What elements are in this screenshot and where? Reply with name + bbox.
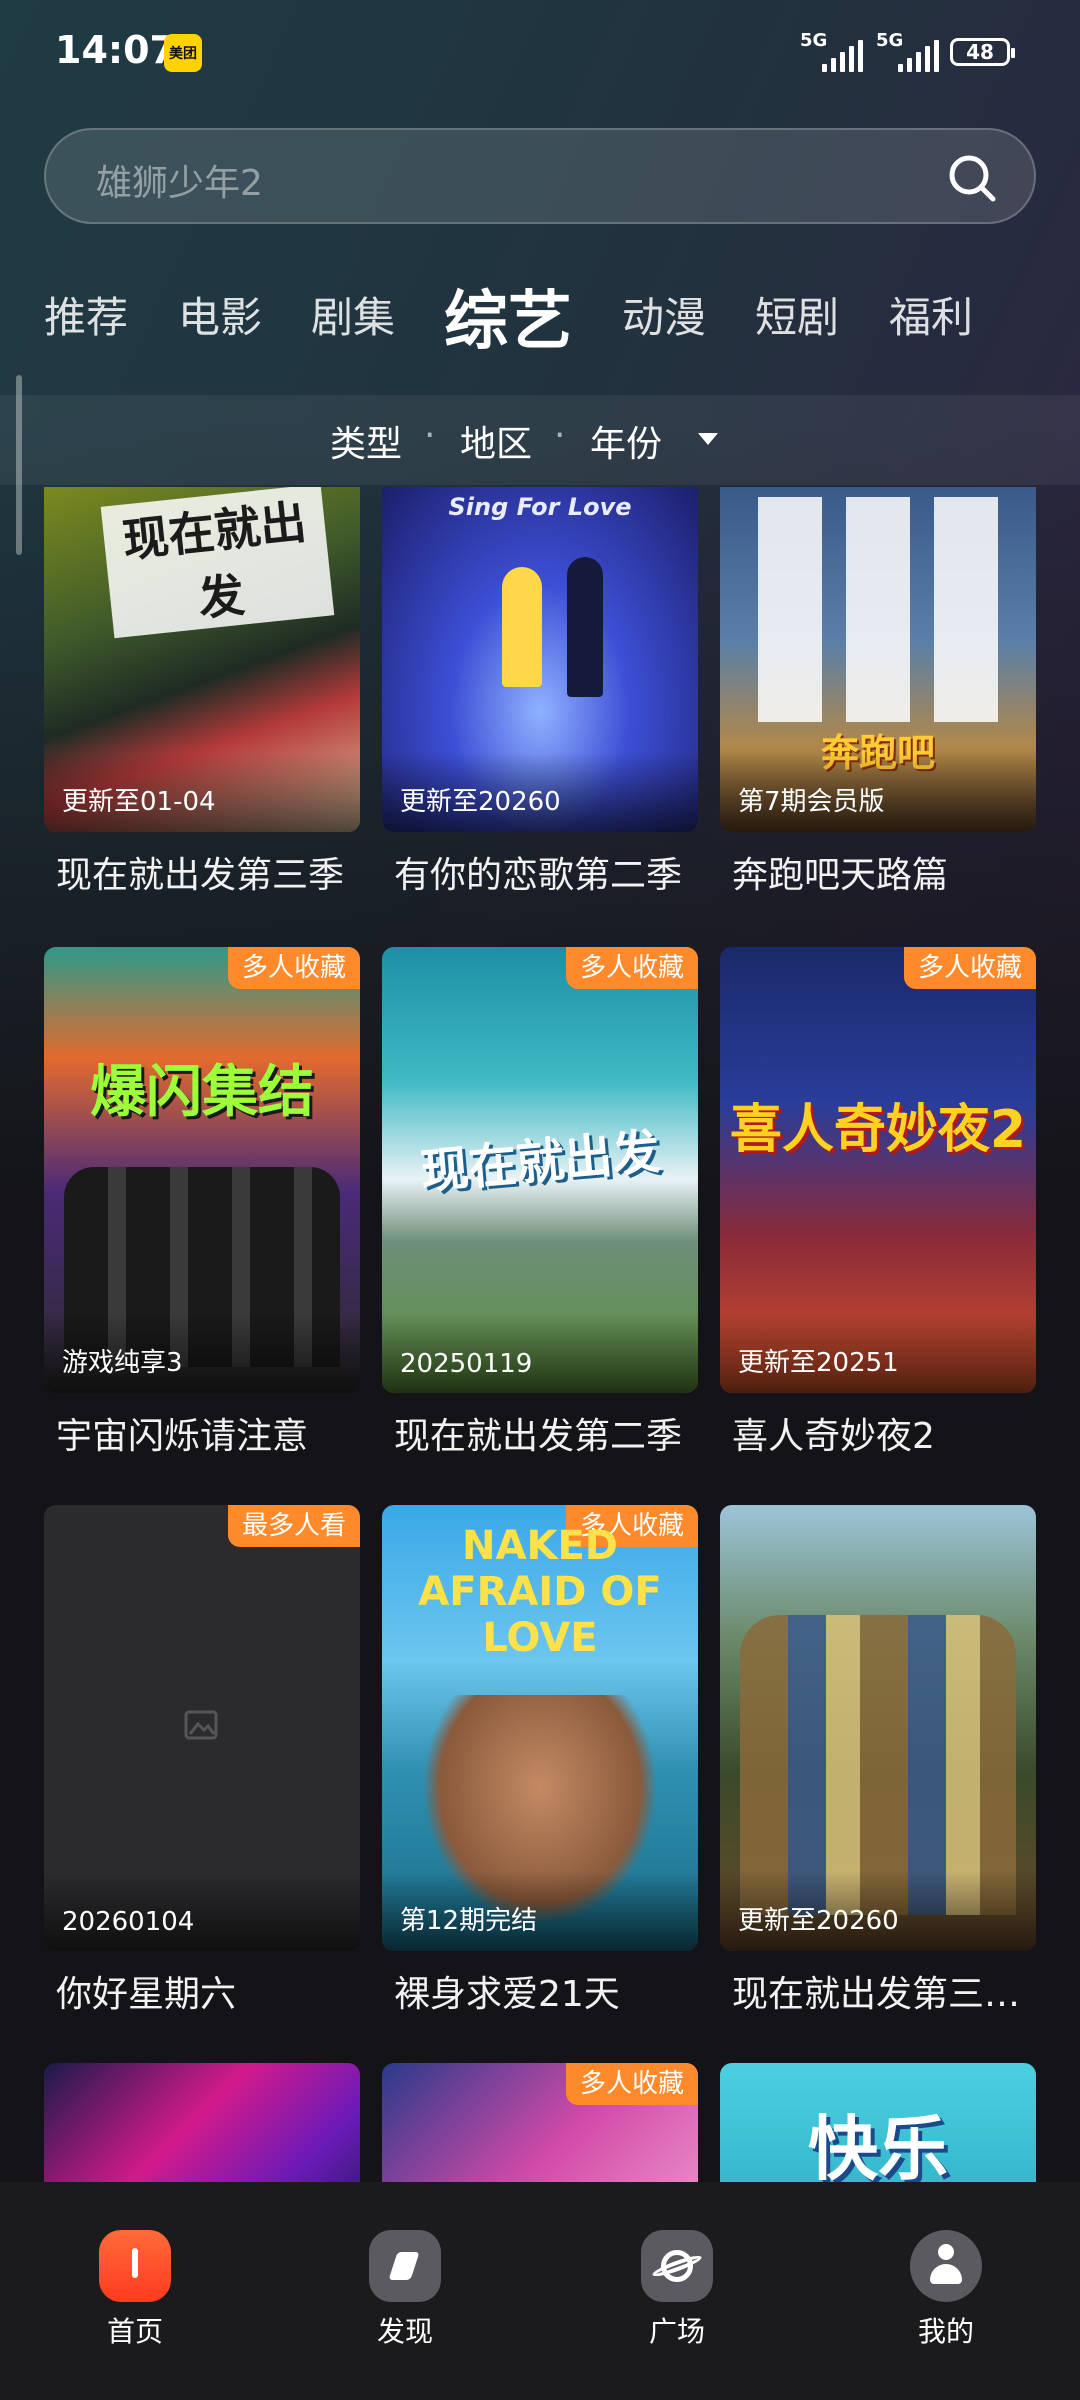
badge-label: 多人收藏 [565, 947, 698, 989]
show-card[interactable]: 奔跑吧 第7期会员版 奔跑吧天路篇 [720, 487, 1036, 898]
badge-label: 多人收藏 [903, 947, 1036, 989]
search-bar[interactable]: 雄狮少年2 [44, 128, 1036, 224]
poster-image: 多人收藏 现在就出发 20250119 [382, 947, 698, 1393]
poster-image: Sing For Love 更新至20260 [382, 487, 698, 832]
poster-title-art: 现在就出发 [418, 1123, 663, 1201]
update-label: 20250119 [400, 1349, 533, 1379]
meituan-notification-icon: 美团 [164, 34, 202, 72]
poster-image: 现在就出发 更新至01-04 [44, 487, 360, 832]
show-title: 现在就出发第三季 [56, 855, 345, 896]
update-label: 第7期会员版 [738, 787, 885, 817]
planet-icon [641, 2230, 713, 2302]
show-card[interactable]: 最多人看 20260104 你好星期六 [44, 1505, 360, 2017]
show-card[interactable]: Sing For Love 更新至20260 有你的恋歌第二季 [382, 487, 698, 898]
poster-title-art: 喜人奇妙夜2 [729, 1100, 1027, 1160]
update-label: 更新至20251 [738, 1348, 899, 1378]
poster-title-art: 爆闪集结 [90, 1060, 314, 1125]
show-title: 你好星期六 [56, 1974, 237, 2015]
image-placeholder-icon [184, 1710, 218, 1740]
home-icon [99, 2230, 171, 2302]
signal-1-icon: 5G [800, 30, 863, 72]
poster-image: 多人收藏 NAKED AFRAID OF LOVE 第12期完结 [382, 1505, 698, 1951]
profile-icon [910, 2230, 982, 2302]
poster-image: 多人收藏 爆闪集结 游戏纯享3 [44, 947, 360, 1393]
poster-image: 多人收藏 [382, 2063, 698, 2182]
poster-title-art: NAKED AFRAID OF LOVE [418, 1523, 662, 1661]
poster-image [44, 2063, 360, 2182]
filter-separator: · [424, 415, 436, 456]
tab-anime[interactable]: 动漫 [622, 284, 706, 345]
poster-image: 奔跑吧 第7期会员版 [720, 487, 1036, 832]
nav-label: 我的 [917, 2315, 974, 2348]
update-label: 更新至01-04 [62, 787, 216, 817]
poster-title-art: 现在就出发 [100, 487, 335, 639]
show-title: 有你的恋歌第二季 [394, 855, 683, 896]
poster-image: 更新至20260 [720, 1505, 1036, 1951]
nav-discover[interactable]: 发现 [345, 2230, 465, 2350]
show-title: 裸身求爱21天 [394, 1974, 620, 2015]
bottom-nav: 首页 发现 广场 我的 [0, 2182, 1080, 2400]
show-title: 现在就出发第二季 [394, 1416, 683, 1457]
show-title: 喜人奇妙夜2 [732, 1416, 935, 1457]
status-bar: 14:07 美团 5G 5G 48 [0, 0, 1080, 110]
search-placeholder: 雄狮少年2 [96, 163, 263, 204]
signal-2-icon: 5G [876, 30, 939, 72]
category-tabs: 推荐 电影 剧集 综艺 动漫 短剧 福利 [44, 270, 1044, 370]
filter-bar: 类型 · 地区 · 年份 [0, 395, 1080, 485]
nav-label: 广场 [648, 2315, 705, 2348]
nav-home[interactable]: 首页 [75, 2230, 195, 2350]
show-card[interactable]: 现在就出发 更新至01-04 现在就出发第三季 [44, 487, 360, 898]
search-icon[interactable] [946, 152, 998, 204]
show-card[interactable]: 多人收藏 爆闪集结 游戏纯享3 宇宙闪烁请注意 [44, 947, 360, 1459]
poster-title-art: Sing For Love [448, 493, 632, 521]
badge-label: 多人收藏 [565, 2063, 698, 2105]
poster-title-art: 快乐 [808, 2108, 948, 2182]
tab-short-drama[interactable]: 短剧 [755, 284, 839, 345]
show-card[interactable]: 多人收藏 喜人奇妙夜2 更新至20251 喜人奇妙夜2 [720, 947, 1036, 1459]
update-label: 第12期完结 [400, 1906, 538, 1936]
show-card[interactable]: 多人收藏 现在就出发 20250119 现在就出发第二季 [382, 947, 698, 1459]
tab-series[interactable]: 剧集 [311, 284, 395, 345]
filter-region[interactable]: 地区 [460, 415, 532, 467]
filter-separator: · [554, 415, 566, 456]
tab-welfare[interactable]: 福利 [889, 284, 973, 345]
tab-movies[interactable]: 电影 [178, 284, 262, 345]
tab-variety[interactable]: 综艺 [444, 270, 572, 362]
tab-recommend[interactable]: 推荐 [44, 284, 128, 345]
update-label: 20260104 [62, 1907, 195, 1937]
show-card[interactable]: 多人收藏 NAKED AFRAID OF LOVE 第12期完结 裸身求爱21天 [382, 1505, 698, 2017]
poster-image: 快乐 [720, 2063, 1036, 2182]
poster-image: 最多人看 20260104 [44, 1505, 360, 1951]
content-grid: 现在就出发 更新至01-04 现在就出发第三季 Sing For Love 更新… [0, 487, 1080, 2182]
poster-image: 多人收藏 喜人奇妙夜2 更新至20251 [720, 947, 1036, 1393]
nav-label: 首页 [106, 2315, 163, 2348]
show-title: 现在就出发第三… [732, 1974, 1021, 2015]
badge-label: 多人收藏 [227, 947, 360, 989]
discover-icon [369, 2230, 441, 2302]
filter-type[interactable]: 类型 [330, 415, 402, 467]
badge-label: 最多人看 [227, 1505, 360, 1547]
status-time: 14:07 [55, 28, 176, 72]
nav-label: 发现 [376, 2315, 433, 2348]
update-label: 游戏纯享3 [62, 1348, 183, 1378]
show-card[interactable]: 更新至20260 现在就出发第三… [720, 1505, 1036, 2017]
update-label: 更新至20260 [738, 1906, 899, 1936]
nav-profile[interactable]: 我的 [886, 2230, 1006, 2350]
filter-dropdown-icon[interactable] [698, 433, 718, 445]
battery-icon: 48 [950, 38, 1015, 66]
show-card[interactable] [44, 2063, 360, 2182]
update-label: 更新至20260 [400, 787, 561, 817]
nav-square[interactable]: 广场 [617, 2230, 737, 2350]
show-card[interactable]: 快乐 [720, 2063, 1036, 2182]
filter-year[interactable]: 年份 [590, 415, 662, 467]
show-title: 奔跑吧天路篇 [732, 855, 949, 896]
show-card[interactable]: 多人收藏 [382, 2063, 698, 2182]
show-title: 宇宙闪烁请注意 [56, 1416, 309, 1457]
